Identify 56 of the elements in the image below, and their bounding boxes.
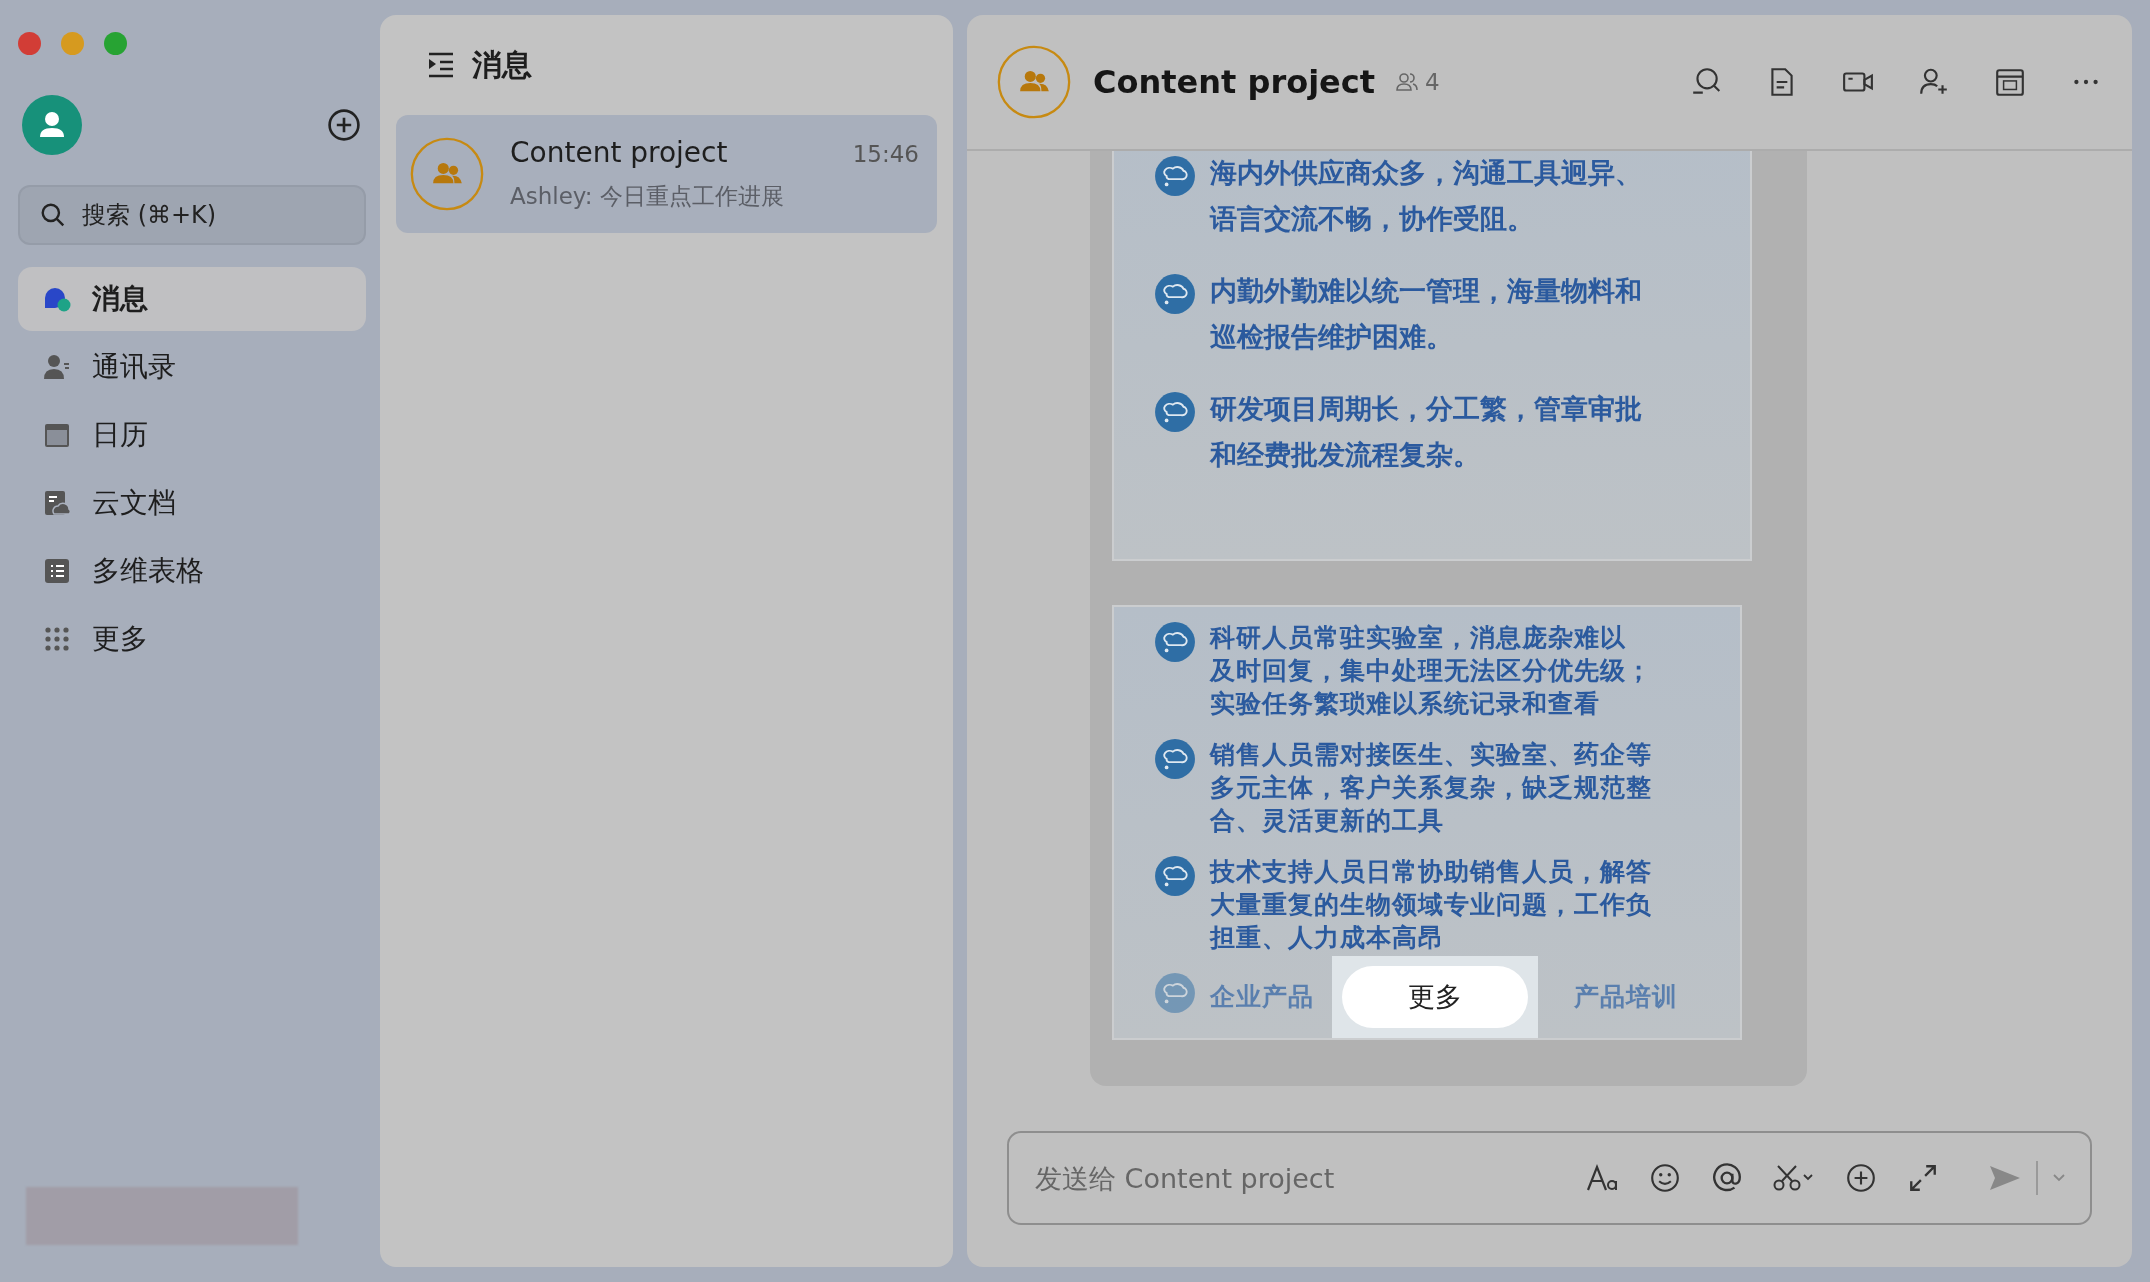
slide-text: 研发项目周期长，分工繁，管章审批 (1210, 392, 1642, 426)
slide-image[interactable]: 海内外供应商众多，沟通工具迥异、 语言交流不畅，协作受阻。 内勤外勤难以统一管理，海量物料和 巡检报告维护困难。 研发项目周期长，分工繁，管章审批 和经费批发流程复杂。 (1112, 151, 1752, 561)
slide-text: 企业产品 (1210, 981, 1314, 1013)
search-field[interactable]: 搜索 (⌘+K) (18, 185, 366, 245)
member-count: 4 (1425, 69, 1440, 95)
chat-title: Content project (1093, 63, 1376, 101)
slide-text: 内勤外勤难以统一管理，海量物料和 (1210, 274, 1642, 308)
panel-title: 消息 (472, 45, 532, 84)
add-icon[interactable] (326, 107, 362, 143)
thought-bubble-icon (1154, 391, 1196, 433)
calendar-icon[interactable] (1994, 66, 2026, 98)
slide-text: 及时回复，集中处理无法区分优先级； (1210, 655, 1652, 687)
thought-bubble-icon (1154, 155, 1196, 197)
conversation-preview: Ashley: 今日重点工作进展 (510, 182, 785, 211)
nav-item[interactable]: 云文档 (18, 471, 366, 535)
document-cloud-icon (42, 488, 72, 518)
nav-item[interactable]: 消息 (18, 267, 366, 331)
nav-item[interactable]: 多维表格 (18, 539, 366, 603)
slide-image[interactable]: 科研人员常驻实验室，消息庞杂难以 及时回复，集中处理无法区分优先级； 实验任务繁琐难以系统记录和查看 销售人员需对接医生、实验室、药企等 多元主体，客户关系复杂，缺乏规范整 合、灵活更新的工具 技术支持人员日常协助销售人员，解答 大量重复的生物领域专业问题，工作负 担重、人力成本高昂 企业产品 更多 产品培训 (1112, 605, 1742, 1040)
thought-bubble-icon (1154, 621, 1196, 663)
conversation-item[interactable]: Content project 15:46 Ashley: 今日重点工作进展 (396, 115, 937, 233)
group-avatar-icon (410, 137, 484, 211)
slide-text: 担重、人力成本高昂 (1210, 922, 1445, 954)
slide-text: 巡检报告维护困难。 (1210, 320, 1454, 354)
slide-text: 海内外供应商众多，沟通工具迥异、 (1210, 156, 1642, 190)
slide-text: 合、灵活更新的工具 (1210, 805, 1445, 837)
contacts-icon (42, 352, 72, 382)
thought-bubble-icon (1154, 273, 1196, 315)
avatar-icon[interactable] (22, 95, 82, 155)
conversation-name: Content project (510, 136, 728, 169)
nav-item[interactable]: 更多 (18, 607, 366, 671)
slide-text: 多元主体，客户关系复杂，缺乏规范整 (1210, 772, 1652, 804)
emoji-icon[interactable] (1648, 1162, 1682, 1194)
slide-text: 产品培训 (1574, 981, 1678, 1013)
table-icon (42, 556, 72, 586)
search-icon (40, 202, 66, 228)
conversation-time: 15:46 (852, 141, 919, 167)
more-button[interactable]: 更多 (1342, 966, 1528, 1028)
slide-text: 和经费批发流程复杂。 (1210, 438, 1481, 472)
collapse-list-icon[interactable] (426, 50, 456, 80)
thought-bubble-icon (1154, 855, 1196, 897)
slide-text: 实验任务繁琐难以系统记录和查看 (1210, 688, 1601, 720)
thought-bubble-icon (1154, 738, 1196, 780)
slide-text: 销售人员需对接医生、实验室、药企等 (1210, 739, 1652, 771)
nav-item[interactable]: 通讯录 (18, 335, 366, 399)
mention-icon[interactable] (1710, 1162, 1744, 1194)
slide-text: 大量重复的生物领域专业问题，工作负 (1210, 889, 1652, 921)
members-icon[interactable] (1395, 70, 1420, 94)
slide-text: 科研人员常驻实验室，消息庞杂难以 (1210, 622, 1627, 654)
slide-text: 技术支持人员日常协助销售人员，解答 (1210, 856, 1652, 888)
add-icon[interactable] (1844, 1162, 1878, 1194)
thought-bubble-icon (1154, 972, 1196, 1014)
message-input[interactable]: 发送给 Content project (1033, 1161, 1558, 1195)
nav-item[interactable]: 日历 (18, 403, 366, 467)
slide-text: 语言交流不畅，协作受阻。 (1210, 202, 1535, 236)
grid-dots-icon (42, 624, 72, 654)
